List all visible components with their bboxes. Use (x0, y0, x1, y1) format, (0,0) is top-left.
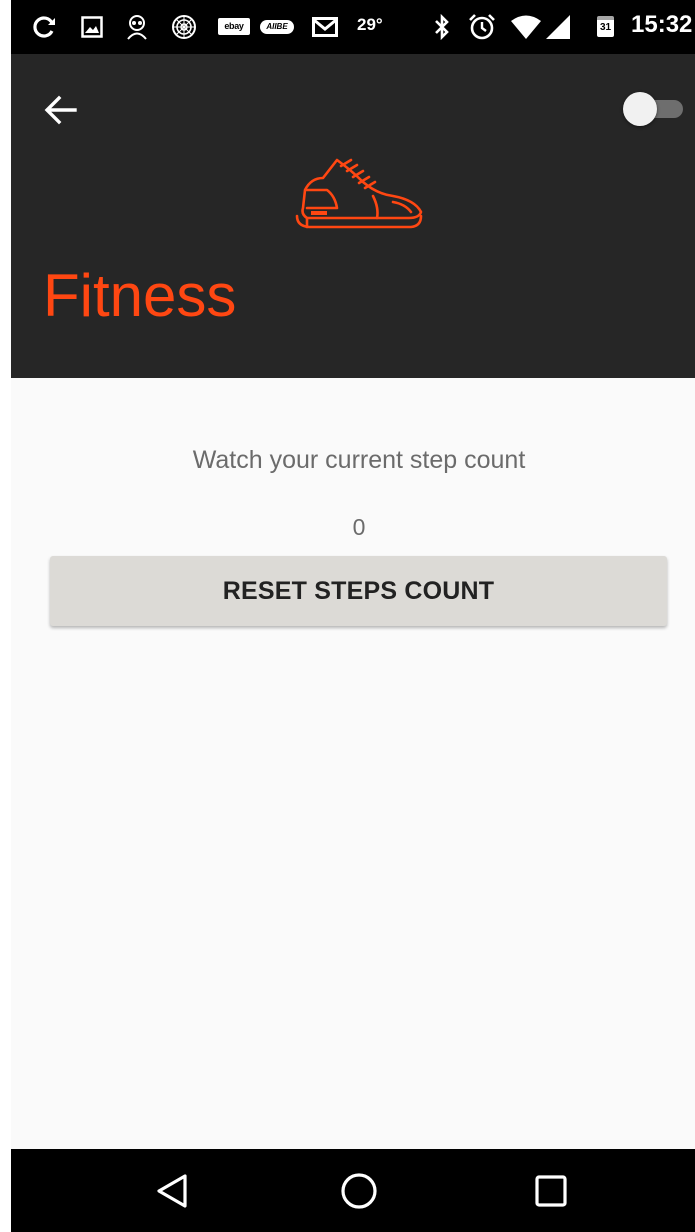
recents-square-icon (535, 1175, 567, 1207)
step-count-subtitle: Watch your current step count (192, 446, 526, 474)
radar-icon (169, 14, 199, 40)
navigation-bar (11, 1149, 695, 1232)
calendar-icon: 31 (597, 16, 614, 37)
toggle-switch[interactable] (623, 92, 683, 126)
spy-icon (123, 14, 151, 40)
signal-icon (543, 14, 573, 40)
step-count-value: 0 (352, 514, 366, 540)
aiibe-icon: AIIBE (260, 20, 294, 34)
nav-back-button[interactable] (148, 1167, 196, 1215)
home-circle-icon (341, 1173, 377, 1209)
screen: ebay AIIBE 29° 31 15:32 Fitness Watch yo… (0, 0, 695, 1232)
status-bar: ebay AIIBE 29° 31 15:32 (11, 0, 695, 54)
wifi-icon (509, 14, 543, 40)
nav-home-button[interactable] (335, 1167, 383, 1215)
reset-steps-button[interactable]: RESET STEPS COUNT (50, 556, 667, 626)
gmail-icon (311, 14, 339, 40)
shoe-icon (295, 158, 423, 229)
frame-edge (0, 0, 11, 1232)
bluetooth-icon (431, 14, 453, 40)
ebay-icon: ebay (218, 18, 250, 35)
alarm-icon (467, 14, 497, 40)
back-triangle-icon (157, 1174, 187, 1208)
back-arrow-icon (44, 95, 77, 125)
toggle-thumb (623, 92, 657, 126)
back-button[interactable] (39, 88, 83, 132)
page-title: Fitness (43, 262, 237, 329)
app-header: Fitness (11, 54, 695, 378)
nav-recents-button[interactable] (527, 1167, 575, 1215)
temperature-text: 29° (357, 15, 383, 34)
image-icon (79, 14, 105, 40)
sync-icon (30, 14, 58, 40)
clock-text: 15:32 (631, 11, 693, 38)
main-content: Watch your current step count 0 RESET ST… (11, 378, 695, 1149)
